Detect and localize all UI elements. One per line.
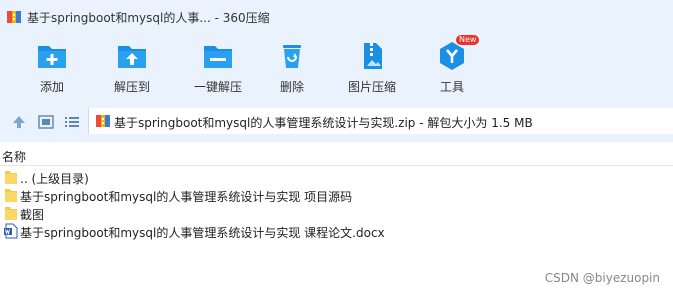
one-click-extract-icon xyxy=(204,46,232,68)
folder-icon xyxy=(5,189,17,202)
list-item-name: 基于springboot和mysql的人事管理系统设计与实现 项目源码 xyxy=(20,190,353,204)
tools-button[interactable]: New 工具 xyxy=(412,35,492,98)
new-badge: New xyxy=(456,35,480,45)
view-list-icon[interactable] xyxy=(64,114,80,130)
list-header: 名称 xyxy=(0,147,673,166)
one-click-extract-label: 一键解压 xyxy=(193,80,242,94)
add-button[interactable]: 添加 xyxy=(12,40,92,98)
extract-to-label: 解压到 xyxy=(113,80,150,94)
tools-label: 工具 xyxy=(439,80,464,94)
address-path: 基于springboot和mysql的人事管理系统设计与实现.zip - 解包大… xyxy=(114,116,533,130)
folder-icon xyxy=(5,207,17,220)
add-label: 添加 xyxy=(39,80,64,94)
address-bar: 基于springboot和mysql的人事管理系统设计与实现.zip - 解包大… xyxy=(0,100,673,142)
list-item-source-folder[interactable]: 基于springboot和mysql的人事管理系统设计与实现 项目源码 xyxy=(0,186,673,204)
extract-to-icon xyxy=(118,46,146,68)
up-arrow-icon[interactable] xyxy=(11,114,27,130)
list-item-name: 截图 xyxy=(20,208,45,222)
word-doc-icon xyxy=(4,223,18,239)
column-header-name[interactable]: 名称 xyxy=(2,148,26,165)
file-list: .. (上级目录) 基于springboot和mysql的人事管理系统设计与实现… xyxy=(0,168,673,240)
zip-file-icon xyxy=(96,115,110,127)
add-icon xyxy=(38,46,66,68)
extract-to-button[interactable]: 解压到 xyxy=(92,40,172,98)
image-compress-button[interactable]: 图片压缩 xyxy=(332,40,412,98)
list-item-name: 基于springboot和mysql的人事管理系统设计与实现 课程论文.docx xyxy=(20,226,385,240)
list-item-name: .. (上级目录) xyxy=(20,172,89,186)
list-item-screenshots-folder[interactable]: 截图 xyxy=(0,204,673,222)
delete-label: 删除 xyxy=(279,80,304,94)
folder-icon xyxy=(5,171,17,184)
view-detail-icon[interactable] xyxy=(38,114,54,130)
toolbar: 添加 解压到 一键解压 删除 图片压缩 New 工具 xyxy=(0,32,673,100)
window-title: 基于springboot和mysql的人事... - 360压缩 xyxy=(27,11,270,25)
list-item-parent-dir[interactable]: .. (上级目录) xyxy=(0,168,673,186)
address-field[interactable]: 基于springboot和mysql的人事管理系统设计与实现.zip - 解包大… xyxy=(88,108,673,134)
zip-app-icon xyxy=(7,11,21,23)
watermark: CSDN @biyezuopin xyxy=(544,271,660,285)
image-compress-label: 图片压缩 xyxy=(347,80,396,94)
image-compress-icon xyxy=(364,43,382,69)
delete-button[interactable]: 删除 xyxy=(252,40,332,98)
one-click-extract-button[interactable]: 一键解压 xyxy=(178,40,258,98)
title-bar: 基于springboot和mysql的人事... - 360压缩 xyxy=(0,0,673,32)
list-item-docx[interactable]: 基于springboot和mysql的人事管理系统设计与实现 课程论文.docx xyxy=(0,222,673,240)
delete-icon xyxy=(283,45,301,68)
